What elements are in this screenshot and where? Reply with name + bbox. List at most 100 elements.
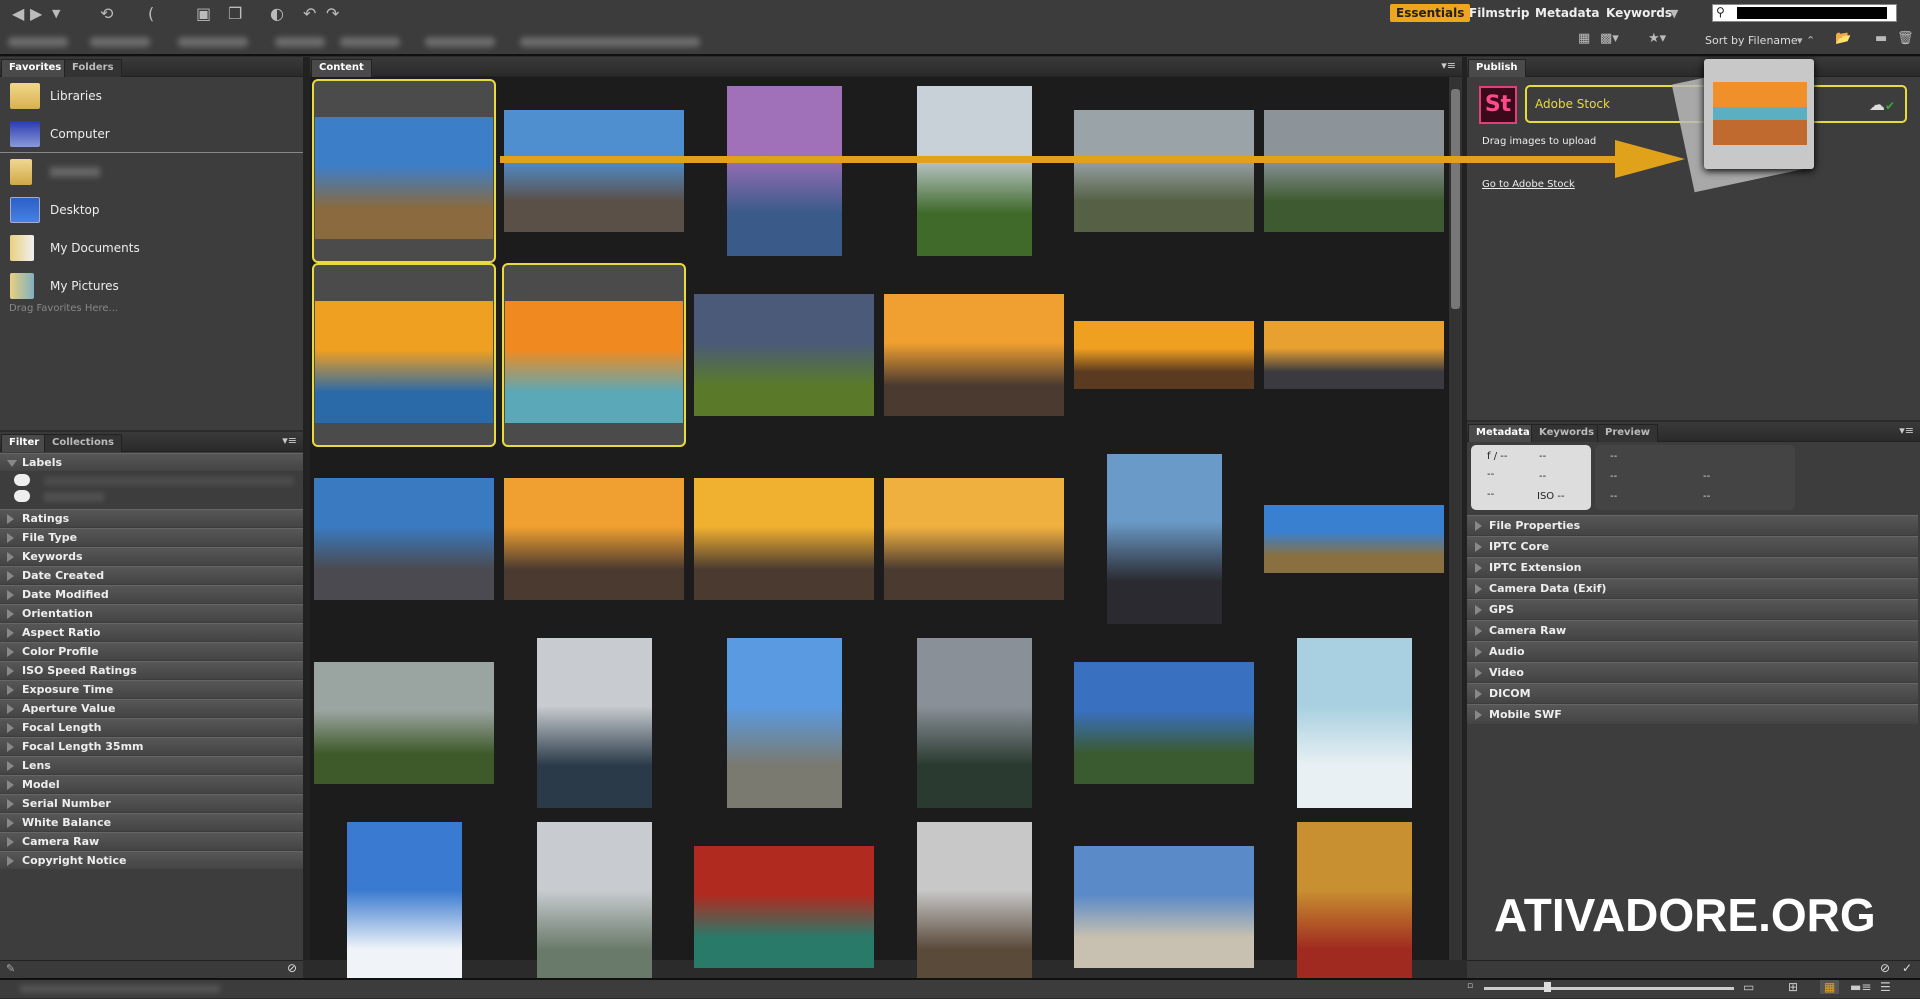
thumbnail[interactable] bbox=[312, 263, 496, 447]
thumbnail[interactable] bbox=[312, 631, 496, 815]
larger-thumbs-icon[interactable]: ▭ bbox=[1743, 980, 1754, 994]
thumbnail[interactable] bbox=[502, 263, 686, 447]
thumbnail[interactable] bbox=[1072, 815, 1256, 999]
thumbnail[interactable] bbox=[692, 447, 876, 631]
tab-preview[interactable]: Preview bbox=[1597, 424, 1659, 442]
favorite-computer[interactable]: Computer bbox=[10, 117, 110, 151]
get-photos-icon[interactable]: ▣ bbox=[196, 4, 211, 23]
favorite-my-pictures[interactable]: My Pictures bbox=[10, 269, 119, 303]
thumbnail-quality-icon[interactable]: ▩▾ bbox=[1600, 31, 1619, 46]
left-splitter[interactable] bbox=[303, 57, 310, 960]
tab-metadata[interactable]: Metadata bbox=[1468, 424, 1538, 442]
tab-folders[interactable]: Folders bbox=[64, 59, 122, 77]
thumbnail[interactable] bbox=[692, 631, 876, 815]
open-camera-raw-icon[interactable]: ◐ bbox=[270, 4, 284, 23]
filter-section-aperture-value[interactable]: Aperture Value bbox=[0, 699, 303, 717]
path-crumb[interactable] bbox=[178, 37, 248, 47]
thumbnail[interactable] bbox=[1262, 263, 1446, 447]
sort-order-icon[interactable]: ▾ ⌃ bbox=[1797, 34, 1815, 47]
delete-icon[interactable]: 🗑 bbox=[1897, 31, 1914, 46]
recent-dropdown-icon[interactable]: ▼ bbox=[52, 7, 60, 20]
thumbnail[interactable] bbox=[1072, 447, 1256, 631]
filter-section-white-balance[interactable]: White Balance bbox=[0, 813, 303, 831]
list-view-icon[interactable]: ☰ bbox=[1880, 980, 1891, 994]
filter-section-camera-raw[interactable]: Camera Raw bbox=[0, 832, 303, 850]
workspace-metadata[interactable]: Metadata bbox=[1529, 4, 1605, 22]
thumbnail[interactable] bbox=[502, 447, 686, 631]
filter-section-keywords[interactable]: Keywords bbox=[0, 547, 303, 565]
rotate-left-icon[interactable]: ↶ bbox=[303, 4, 316, 23]
filter-section-aspect-ratio[interactable]: Aspect Ratio bbox=[0, 623, 303, 641]
filter-section-model[interactable]: Model bbox=[0, 775, 303, 793]
rotate-right-icon[interactable]: ↷ bbox=[326, 4, 339, 23]
path-crumb[interactable] bbox=[275, 37, 325, 47]
quality-icon[interactable]: ▦ bbox=[1578, 31, 1590, 46]
metadata-section-dicom[interactable]: DICOM bbox=[1467, 683, 1918, 703]
filter-section-serial-number[interactable]: Serial Number bbox=[0, 794, 303, 812]
label-icon[interactable] bbox=[14, 490, 30, 502]
thumbnail[interactable] bbox=[1262, 631, 1446, 815]
back-icon[interactable]: ◀ bbox=[12, 4, 24, 23]
metadata-section-mobile-swf[interactable]: Mobile SWF bbox=[1467, 704, 1918, 724]
filter-section-date-created[interactable]: Date Created bbox=[0, 566, 303, 584]
thumbnail[interactable] bbox=[502, 815, 686, 999]
filter-section-focal-length-35mm[interactable]: Focal Length 35mm bbox=[0, 737, 303, 755]
lock-grid-icon[interactable]: ⊞ bbox=[1788, 980, 1798, 994]
thumbnail[interactable] bbox=[1262, 815, 1446, 999]
metadata-section-gps[interactable]: GPS bbox=[1467, 599, 1918, 619]
slider-knob[interactable] bbox=[1543, 982, 1551, 992]
thumbnail[interactable] bbox=[882, 631, 1066, 815]
tab-favorites[interactable]: Favorites bbox=[1, 59, 70, 77]
forward-icon[interactable]: ▶ bbox=[30, 4, 42, 23]
metadata-section-camera-raw[interactable]: Camera Raw bbox=[1467, 620, 1918, 640]
thumbnail[interactable] bbox=[882, 447, 1066, 631]
filter-section-iso-speed-ratings[interactable]: ISO Speed Ratings bbox=[0, 661, 303, 679]
content-scrollbar[interactable] bbox=[1449, 77, 1462, 960]
workspace-more-icon[interactable]: ▼ bbox=[1670, 7, 1678, 20]
filter-section-orientation[interactable]: Orientation bbox=[0, 604, 303, 622]
search-input[interactable]: ⚲ bbox=[1712, 4, 1897, 22]
new-folder-icon[interactable]: ▬ bbox=[1875, 31, 1887, 46]
filter-section-ratings[interactable]: Ratings bbox=[0, 509, 303, 527]
thumbnail[interactable] bbox=[882, 815, 1066, 999]
refine-icon[interactable]: ❐ bbox=[228, 4, 242, 23]
tab-collections[interactable]: Collections bbox=[44, 434, 122, 452]
path-crumb[interactable] bbox=[520, 37, 700, 47]
filter-section-focal-length[interactable]: Focal Length bbox=[0, 718, 303, 736]
path-crumb[interactable] bbox=[340, 37, 400, 47]
favorite-libraries[interactable]: Libraries bbox=[10, 79, 102, 113]
workspace-filmstrip[interactable]: Filmstrip bbox=[1463, 4, 1535, 22]
panel-menu-icon[interactable]: ▾≡ bbox=[1441, 59, 1456, 72]
apply-icon[interactable]: ✓ bbox=[1902, 961, 1912, 975]
filter-section-exposure-time[interactable]: Exposure Time bbox=[0, 680, 303, 698]
filter-section-copyright-notice[interactable]: Copyright Notice bbox=[0, 851, 303, 869]
reveal-recent-icon[interactable]: ⟲ bbox=[100, 4, 113, 23]
filter-section-date-modified[interactable]: Date Modified bbox=[0, 585, 303, 603]
filter-section-file-type[interactable]: File Type bbox=[0, 528, 303, 546]
search-field-value[interactable] bbox=[1737, 7, 1887, 19]
metadata-section-video[interactable]: Video bbox=[1467, 662, 1918, 682]
filter-section-color-profile[interactable]: Color Profile bbox=[0, 642, 303, 660]
open-recent-folder-icon[interactable]: 📂 bbox=[1835, 31, 1851, 46]
panel-menu-icon[interactable]: ▾≡ bbox=[1899, 424, 1914, 437]
clear-filter-icon[interactable]: ⊘ bbox=[287, 961, 297, 975]
scrollbar-thumb[interactable] bbox=[1451, 89, 1460, 309]
path-crumb[interactable] bbox=[425, 37, 495, 47]
thumbnail[interactable] bbox=[692, 263, 876, 447]
metadata-section-file-properties[interactable]: File Properties bbox=[1467, 515, 1918, 535]
thumbnail[interactable] bbox=[1072, 631, 1256, 815]
smaller-thumbs-icon[interactable]: ▫ bbox=[1467, 981, 1473, 991]
panel-menu-icon[interactable]: ▾≡ bbox=[282, 434, 297, 447]
thumbnail[interactable] bbox=[502, 631, 686, 815]
metadata-section-iptc-extension[interactable]: IPTC Extension bbox=[1467, 557, 1918, 577]
thumbnail[interactable] bbox=[312, 447, 496, 631]
details-view-icon[interactable]: ▬≡ bbox=[1850, 980, 1871, 994]
sort-dropdown[interactable]: Sort by Filename bbox=[1705, 34, 1798, 47]
no-label-icon[interactable] bbox=[14, 474, 30, 486]
tab-filter[interactable]: Filter bbox=[1, 434, 48, 452]
filter-section-labels[interactable]: Labels bbox=[0, 453, 303, 471]
thumbnail[interactable] bbox=[312, 815, 496, 999]
favorite-user-folder[interactable] bbox=[10, 155, 100, 189]
cancel-icon[interactable]: ⊘ bbox=[1880, 961, 1890, 975]
thumbnail[interactable] bbox=[1262, 447, 1446, 631]
